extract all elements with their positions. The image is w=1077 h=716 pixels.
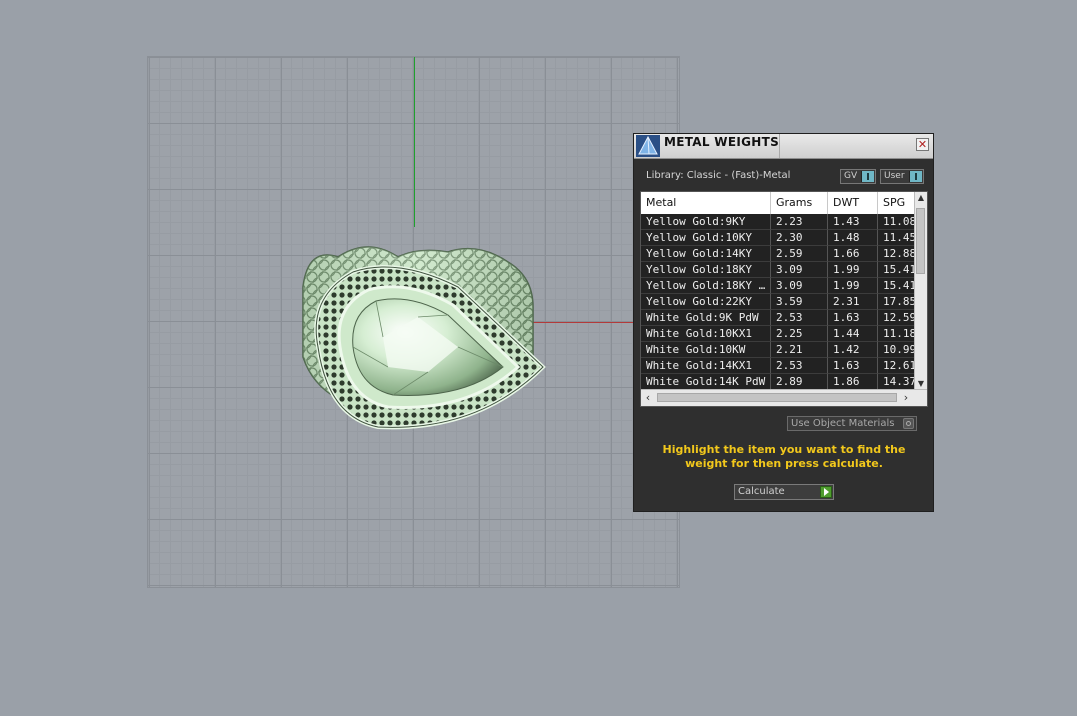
cell-spg: 11.18 bbox=[878, 326, 916, 342]
cell-dwt: 1.48 bbox=[828, 230, 878, 246]
cell-grams: 3.09 bbox=[771, 278, 828, 294]
user-toggle-label: User bbox=[884, 171, 905, 181]
cell-dwt: 1.42 bbox=[828, 342, 878, 358]
table-row[interactable]: White Gold:10KW 2.21 1.42 10.99 bbox=[641, 342, 916, 358]
cell-metal: Yellow Gold:18KY bbox=[641, 262, 771, 278]
scroll-thumb[interactable] bbox=[916, 208, 925, 274]
table-body: Yellow Gold:9KY 2.23 1.43 11.08 Yellow Gold:… bbox=[641, 214, 916, 390]
table-row[interactable]: Yellow Gold:9KY 2.23 1.43 11.08 bbox=[641, 214, 916, 230]
close-icon[interactable]: ✕ bbox=[916, 138, 929, 151]
cell-grams: 3.09 bbox=[771, 262, 828, 278]
table-row[interactable]: Yellow Gold:22KY 3.59 2.31 17.85 bbox=[641, 294, 916, 310]
chevron-right-icon[interactable]: › bbox=[899, 390, 913, 406]
cell-spg: 15.41 bbox=[878, 262, 916, 278]
cell-dwt: 1.63 bbox=[828, 310, 878, 326]
library-label: Library: Classic - (Fast)-Metal bbox=[646, 170, 791, 181]
cell-spg: 12.59 bbox=[878, 310, 916, 326]
hint-text: Highlight the item you want to find the … bbox=[662, 443, 906, 470]
cell-dwt: 1.43 bbox=[828, 214, 878, 230]
column-header-grams[interactable]: Grams bbox=[771, 192, 828, 214]
cell-spg: 15.41 bbox=[878, 278, 916, 294]
cell-grams: 2.30 bbox=[771, 230, 828, 246]
cell-metal: Yellow Gold:18KY R... bbox=[641, 278, 771, 294]
table-row[interactable]: Yellow Gold:18KY 3.09 1.99 15.41 bbox=[641, 262, 916, 278]
cell-grams: 2.25 bbox=[771, 326, 828, 342]
cell-metal: White Gold:14KX1 bbox=[641, 358, 771, 374]
vertical-scrollbar[interactable]: ▲ ▼ bbox=[914, 192, 927, 390]
radio-icon bbox=[903, 418, 914, 429]
use-object-materials-label: Use Object Materials bbox=[791, 418, 895, 429]
cell-grams: 2.59 bbox=[771, 246, 828, 262]
toggle-knob-icon bbox=[909, 171, 922, 182]
table-row[interactable]: White Gold:14KX1 2.53 1.63 12.61 bbox=[641, 358, 916, 374]
table-row[interactable]: White Gold:14K PdW 2.89 1.86 14.37 bbox=[641, 374, 916, 390]
ring-model[interactable] bbox=[258, 187, 558, 437]
table-row[interactable]: Yellow Gold:10KY 2.30 1.48 11.45 bbox=[641, 230, 916, 246]
cell-metal: White Gold:9K PdW bbox=[641, 310, 771, 326]
cell-dwt: 1.99 bbox=[828, 262, 878, 278]
cell-spg: 12.88 bbox=[878, 246, 916, 262]
title-bar[interactable]: METAL WEIGHTS ✕ bbox=[634, 134, 933, 159]
cell-metal: White Gold:14K PdW bbox=[641, 374, 771, 390]
cell-metal: Yellow Gold:10KY bbox=[641, 230, 771, 246]
cell-grams: 2.53 bbox=[771, 310, 828, 326]
cell-dwt: 1.63 bbox=[828, 358, 878, 374]
calculate-button[interactable]: Calculate bbox=[734, 484, 834, 500]
user-toggle[interactable]: User bbox=[880, 169, 924, 184]
gv-toggle[interactable]: GV bbox=[840, 169, 876, 184]
cell-dwt: 2.31 bbox=[828, 294, 878, 310]
cell-metal: Yellow Gold:22KY bbox=[641, 294, 771, 310]
cell-spg: 17.85 bbox=[878, 294, 916, 310]
metal-table[interactable]: Metal Grams DWT SPG Yellow Gold:9KY 2.23 1… bbox=[640, 191, 928, 407]
cell-grams: 2.89 bbox=[771, 374, 828, 390]
cell-dwt: 1.99 bbox=[828, 278, 878, 294]
table-row[interactable]: Yellow Gold:14KY 2.59 1.66 12.88 bbox=[641, 246, 916, 262]
chevron-left-icon[interactable]: ‹ bbox=[641, 390, 655, 406]
column-header-spg[interactable]: SPG bbox=[878, 192, 916, 214]
table-header: Metal Grams DWT SPG bbox=[641, 192, 916, 214]
table-row[interactable]: White Gold:10KX1 2.25 1.44 11.18 bbox=[641, 326, 916, 342]
cell-spg: 12.61 bbox=[878, 358, 916, 374]
gv-toggle-label: GV bbox=[844, 171, 858, 181]
column-header-metal[interactable]: Metal bbox=[641, 192, 771, 214]
cell-dwt: 1.86 bbox=[828, 374, 878, 390]
cell-spg: 11.08 bbox=[878, 214, 916, 230]
calculate-label: Calculate bbox=[738, 486, 785, 497]
chevron-up-icon[interactable]: ▲ bbox=[915, 192, 927, 204]
cell-spg: 14.37 bbox=[878, 374, 916, 390]
cell-grams: 2.23 bbox=[771, 214, 828, 230]
cell-metal: White Gold:10KW bbox=[641, 342, 771, 358]
cell-metal: Yellow Gold:9KY bbox=[641, 214, 771, 230]
cell-dwt: 1.66 bbox=[828, 246, 878, 262]
scroll-thumb[interactable] bbox=[657, 393, 897, 402]
viewport-3d[interactable] bbox=[147, 56, 688, 588]
panel-title: METAL WEIGHTS bbox=[664, 135, 780, 149]
column-header-dwt[interactable]: DWT bbox=[828, 192, 878, 214]
tetrahedron-icon bbox=[636, 135, 660, 157]
cell-grams: 2.53 bbox=[771, 358, 828, 374]
use-object-materials-toggle[interactable]: Use Object Materials bbox=[787, 416, 917, 431]
cell-dwt: 1.44 bbox=[828, 326, 878, 342]
table-row[interactable]: Yellow Gold:18KY R...3.091.9915.41 bbox=[641, 278, 916, 294]
toggle-knob-icon bbox=[861, 171, 874, 182]
cell-spg: 10.99 bbox=[878, 342, 916, 358]
cell-grams: 3.59 bbox=[771, 294, 828, 310]
play-icon bbox=[820, 486, 832, 498]
table-row[interactable]: White Gold:9K PdW 2.53 1.63 12.59 bbox=[641, 310, 916, 326]
cell-metal: Yellow Gold:14KY bbox=[641, 246, 771, 262]
cell-grams: 2.21 bbox=[771, 342, 828, 358]
cell-spg: 11.45 bbox=[878, 230, 916, 246]
horizontal-scrollbar[interactable]: ‹ › bbox=[641, 389, 927, 406]
cell-metal: White Gold:10KX1 bbox=[641, 326, 771, 342]
metal-weights-panel: METAL WEIGHTS ✕ Library: Classic - (Fast… bbox=[633, 133, 934, 512]
